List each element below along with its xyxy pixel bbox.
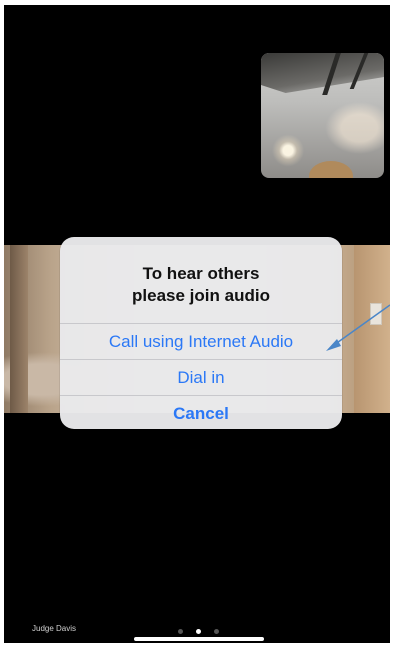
cancel-button[interactable]: Cancel	[60, 395, 342, 429]
video-detail-light-switch	[370, 303, 382, 325]
video-detail-door-right	[354, 245, 390, 413]
call-internet-audio-button[interactable]: Call using Internet Audio	[60, 323, 342, 359]
dialog-title-line1: To hear others	[142, 264, 260, 283]
page-dot-active[interactable]	[196, 629, 201, 634]
page-dot[interactable]	[214, 629, 219, 634]
join-audio-dialog: To hear others please join audio Call us…	[60, 237, 342, 429]
participant-name-label: Judge Davis	[32, 624, 77, 633]
dialog-title: To hear others please join audio	[60, 263, 342, 307]
self-view-person	[309, 161, 353, 178]
page-dot[interactable]	[178, 629, 183, 634]
self-view-video-thumbnail[interactable]	[261, 53, 384, 178]
dial-in-button[interactable]: Dial in	[60, 359, 342, 395]
meeting-screen: To hear others please join audio Call us…	[4, 5, 390, 643]
home-indicator[interactable]	[134, 637, 264, 641]
dialog-title-line2: please join audio	[132, 286, 270, 305]
page-indicator[interactable]	[178, 629, 222, 635]
video-detail-door	[10, 245, 28, 413]
